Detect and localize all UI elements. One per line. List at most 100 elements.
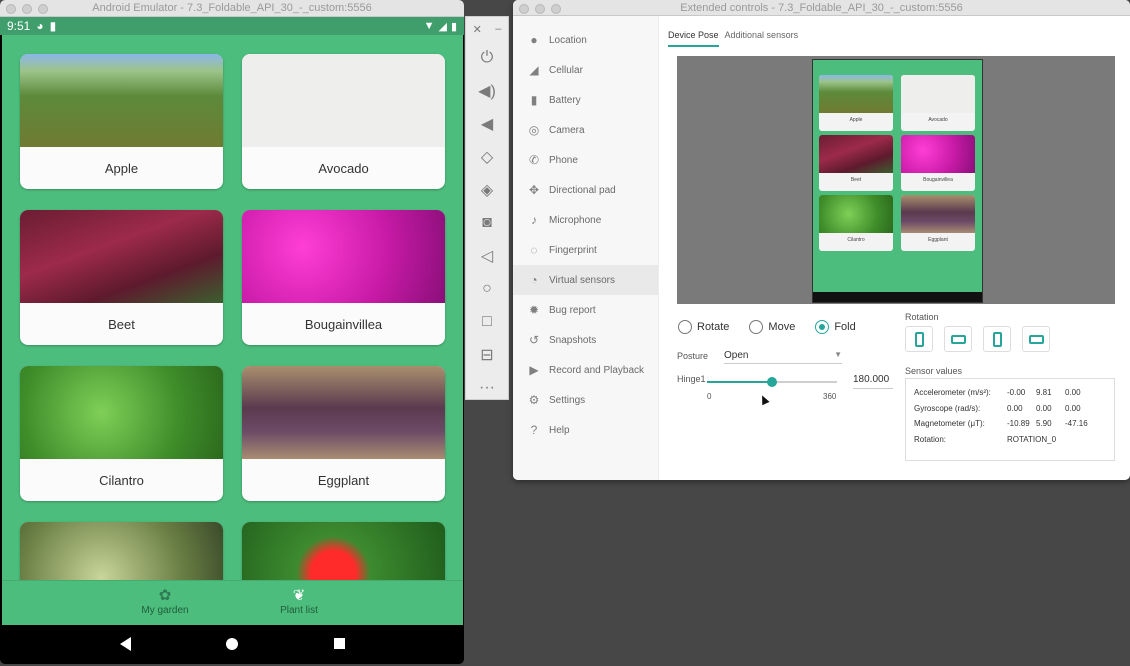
posture-label: Posture — [677, 351, 709, 361]
rotate-left-icon[interactable]: ◇ — [466, 140, 508, 173]
menu-bug-report[interactable]: ✹ Bug report — [513, 295, 658, 325]
extended-title: Extended controls - 7.3_Foldable_API_30_… — [680, 1, 963, 14]
radio-rotate[interactable]: Rotate — [678, 320, 729, 334]
sensor-values-heading: Sensor values — [905, 366, 963, 376]
hinge-slider-thumb[interactable] — [767, 377, 777, 387]
menu-fingerprint[interactable]: ◌ Fingerprint — [513, 235, 658, 265]
preview-card: Eggplant — [901, 195, 975, 251]
posture-select[interactable]: Open ▼ — [724, 348, 843, 364]
tab-additional-sensors[interactable]: Additional sensors — [725, 30, 799, 47]
nav-plant-list-label: Plant list — [280, 605, 318, 616]
volume-down-icon[interactable]: ◀ — [466, 107, 508, 140]
plant-photo-avocado — [242, 54, 445, 147]
plant-card[interactable]: Apple — [20, 54, 223, 189]
preview-card: Avocado — [901, 75, 975, 131]
portrait-phone-icon — [992, 331, 1002, 347]
sd-card-icon: ▮ — [49, 19, 57, 33]
screenshot-icon[interactable]: ◙ — [466, 206, 508, 239]
plant-grid: Apple Avocado Beet Bougainvillea Cilantr… — [20, 54, 445, 625]
menu-microphone[interactable]: ♪ Microphone — [513, 205, 658, 235]
menu-record-playback[interactable]: ▶ Record and Playback — [513, 355, 658, 385]
preview-grid: Apple Avocado Beet Bougainvillea Cilantr… — [819, 75, 977, 251]
rotate-right-icon[interactable]: ◈ — [466, 173, 508, 206]
minimize-icon[interactable]: – — [495, 23, 501, 35]
home-icon[interactable] — [226, 637, 239, 650]
hinge-max: 360 — [823, 392, 837, 401]
close-window-button[interactable] — [6, 4, 16, 14]
record-icon: ▶ — [529, 363, 539, 377]
extended-sidebar: ● Location ◢ Cellular ▮ Battery ◎ Camera ✆ Ph… — [513, 16, 659, 480]
zoom-window-button[interactable] — [551, 4, 561, 14]
sensor-value: ROTATION_0 — [1007, 434, 1057, 444]
window-controls — [6, 4, 48, 14]
sensor-values-table: Accelerometer (m/s²): -0.00 9.81 0.00 Gyros… — [905, 378, 1115, 461]
rotate-portrait-button[interactable] — [905, 326, 933, 352]
preview-label: Eggplant — [928, 237, 948, 243]
settings-icon: ⚙ — [528, 393, 540, 407]
nav-plant-list[interactable]: ❦ Plant list — [254, 587, 344, 616]
menu-cellular[interactable]: ◢ Cellular — [513, 55, 658, 85]
dpad-icon: ✥ — [528, 183, 540, 197]
landscape-phone-icon — [1028, 334, 1044, 344]
radio-label: Fold — [834, 321, 856, 333]
rotate-reverse-landscape-button[interactable] — [1022, 326, 1050, 352]
rotate-landscape-button[interactable] — [944, 326, 972, 352]
menu-directional-pad[interactable]: ✥ Directional pad — [513, 175, 658, 205]
close-icon[interactable]: ✕ — [473, 23, 482, 36]
menu-camera[interactable]: ◎ Camera — [513, 115, 658, 145]
volume-up-icon[interactable]: ◀︎) — [466, 74, 508, 107]
microphone-icon: ♪ — [531, 213, 537, 227]
zoom-window-button[interactable] — [38, 4, 48, 14]
menu-settings[interactable]: ⚙ Settings — [513, 385, 658, 415]
menu-label: Help — [549, 424, 570, 436]
nav-my-garden[interactable]: ✿ My garden — [120, 587, 210, 616]
more-icon[interactable]: ··· — [466, 371, 508, 404]
menu-location[interactable]: ● Location — [513, 25, 658, 55]
plant-card[interactable]: Avocado — [242, 54, 445, 189]
power-icon[interactable]: ⏻ — [466, 41, 508, 74]
extended-controls-window: Extended controls - 7.3_Foldable_API_30_… — [513, 0, 1130, 480]
hinge-value[interactable]: 180.000 — [853, 374, 893, 389]
plant-card[interactable]: Beet — [20, 210, 223, 345]
menu-help[interactable]: ? Help — [513, 415, 658, 445]
sensor-value: 0.00 — [1065, 388, 1081, 398]
hinge-label: Hinge1 — [677, 374, 706, 384]
menu-phone[interactable]: ✆ Phone — [513, 145, 658, 175]
back-icon[interactable]: ◁ — [466, 239, 508, 272]
plant-card[interactable]: Cilantro — [20, 366, 223, 501]
sensor-tabs: Device Pose Additional sensors — [668, 30, 798, 47]
sensor-value: -47.16 — [1065, 419, 1088, 429]
device-preview[interactable]: Apple Avocado Beet Bougainvillea Cilantr… — [677, 56, 1115, 304]
window-controls — [519, 4, 561, 14]
plant-card[interactable]: Eggplant — [242, 366, 445, 501]
plant-card[interactable]: Bougainvillea — [242, 210, 445, 345]
menu-snapshots[interactable]: ↺ Snapshots — [513, 325, 658, 355]
home-icon[interactable]: ○ — [466, 272, 508, 305]
radio-circle — [815, 320, 830, 334]
tab-device-pose[interactable]: Device Pose — [668, 30, 719, 47]
close-window-button[interactable] — [519, 4, 529, 14]
radio-move[interactable]: Move — [749, 320, 795, 334]
extended-title-bar[interactable]: Extended controls - 7.3_Foldable_API_30_… — [513, 0, 1130, 16]
wifi-icon: ▼ — [423, 20, 435, 32]
radio-circle — [749, 320, 764, 334]
plant-photo-cilantro — [20, 366, 223, 459]
recents-icon[interactable] — [334, 638, 346, 649]
preview-label: Bougainvillea — [923, 177, 953, 183]
minimize-window-button[interactable] — [22, 4, 32, 14]
hinge-slider[interactable] — [707, 377, 837, 387]
menu-label: Battery — [549, 94, 581, 106]
rotation-heading: Rotation — [905, 312, 939, 322]
radio-fold[interactable]: Fold — [815, 320, 856, 334]
emulator-title-bar[interactable]: Android Emulator - 7.3_Foldable_API_30_-… — [0, 0, 464, 17]
rotate-reverse-portrait-button[interactable] — [983, 326, 1011, 352]
sensors-icon: ◔ — [530, 273, 538, 287]
minimize-window-button[interactable] — [535, 4, 545, 14]
sprout-icon: ❦ — [292, 587, 306, 604]
menu-virtual-sensors[interactable]: ◔ Virtual sensors — [513, 265, 658, 295]
menu-battery[interactable]: ▮ Battery — [513, 85, 658, 115]
plant-photo-apple — [20, 54, 223, 147]
fold-icon[interactable]: ⊟ — [466, 338, 508, 371]
back-icon[interactable] — [119, 636, 131, 651]
overview-icon[interactable]: □ — [466, 305, 508, 338]
